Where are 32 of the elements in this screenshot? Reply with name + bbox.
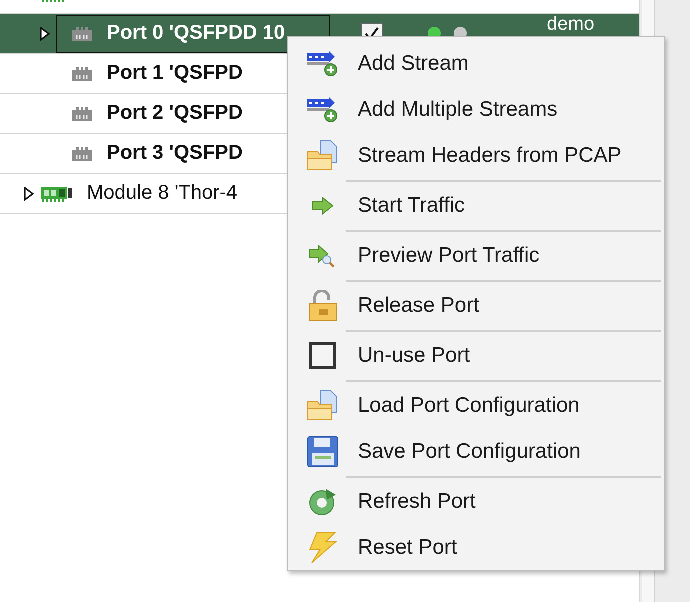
port-name: Port 2 'QSFPD [107, 102, 243, 125]
owner-name: demo [547, 15, 595, 35]
module-name: Module 8 'Thor-4 [87, 182, 238, 205]
menu-item[interactable]: Refresh Port [288, 479, 664, 525]
menu-item[interactable]: Release Port [288, 283, 664, 329]
checkbox-empty-icon [309, 342, 337, 370]
refresh-icon [308, 487, 338, 517]
lightning-icon [308, 532, 338, 564]
port-name: Port 0 'QSFPDD 10 [107, 22, 286, 45]
stream-add-icon [307, 51, 339, 77]
expander-icon[interactable] [40, 26, 50, 40]
expander-icon[interactable] [24, 186, 34, 200]
menu-item[interactable]: Un-use Port [288, 333, 664, 379]
menu-item[interactable]: Add Multiple Streams [288, 87, 664, 133]
arrow-magnifier-icon [309, 244, 337, 268]
folder-document-icon [307, 140, 339, 172]
menu-item[interactable]: Load Port Configuration [288, 383, 664, 429]
port-icon [71, 146, 93, 162]
arrow-right-icon [312, 197, 334, 215]
folder-document-icon [307, 390, 339, 422]
menu-item[interactable]: Reset Port [288, 525, 664, 571]
module-card-icon [41, 184, 73, 202]
stream-add-icon [307, 97, 339, 123]
padlock-open-icon [308, 290, 338, 322]
port-name: Port 3 'QSFPD [107, 142, 243, 165]
menu-item[interactable]: Preview Port Traffic [288, 233, 664, 279]
menu-item[interactable]: Start Traffic [288, 183, 664, 229]
port-icon [71, 106, 93, 122]
port-icon [71, 66, 93, 82]
port-name: Port 1 'QSFPD [107, 62, 243, 85]
port-icon [71, 26, 93, 42]
menu-item[interactable]: Save Port Configuration [288, 429, 664, 475]
